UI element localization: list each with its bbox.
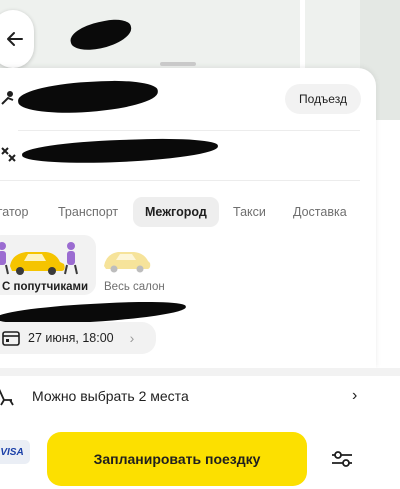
chevron-right-icon: › (352, 387, 358, 404)
entrance-button[interactable]: Подъезд (285, 84, 361, 114)
seats-text: Можно выбрать 2 места (32, 388, 189, 404)
date-time-picker[interactable]: 27 июня, 18:00 › (0, 322, 156, 354)
finish-flag-icon (1, 147, 16, 162)
section-separator (0, 368, 400, 376)
seats-row[interactable]: Можно выбрать 2 места › (0, 378, 400, 414)
date-time-value: 27 июня, 18:00 (28, 331, 114, 345)
calendar-icon (2, 331, 20, 346)
tariff-label-full[interactable]: Весь салон (104, 281, 165, 293)
back-button[interactable] (0, 10, 34, 68)
seat-icon (0, 389, 14, 406)
settings-sliders-icon[interactable] (330, 447, 354, 471)
tariff-label-shared[interactable]: С попутчиками (2, 281, 88, 293)
divider (18, 130, 360, 131)
sheet-grabber[interactable] (160, 62, 196, 66)
tab-transport[interactable]: Транспорт (58, 197, 118, 227)
back-arrow-icon (7, 32, 23, 46)
tab-taxi[interactable]: Такси (233, 197, 266, 227)
payment-card-button[interactable]: VISA (0, 440, 30, 464)
divider (0, 180, 360, 181)
tab-delivery[interactable]: Доставка (293, 197, 347, 227)
service-tabs: гатор Транспорт Межгород Такси Доставка (0, 197, 400, 229)
person-location-icon (1, 91, 14, 105)
chevron-right-icon: › (129, 330, 135, 346)
tab-aggregator[interactable]: гатор (0, 197, 28, 227)
order-button[interactable]: Запланировать поездку (47, 432, 307, 486)
full-car-icon (104, 252, 151, 273)
shared-ride-car-icon (0, 242, 78, 275)
tab-intercity[interactable]: Межгород (133, 197, 219, 227)
